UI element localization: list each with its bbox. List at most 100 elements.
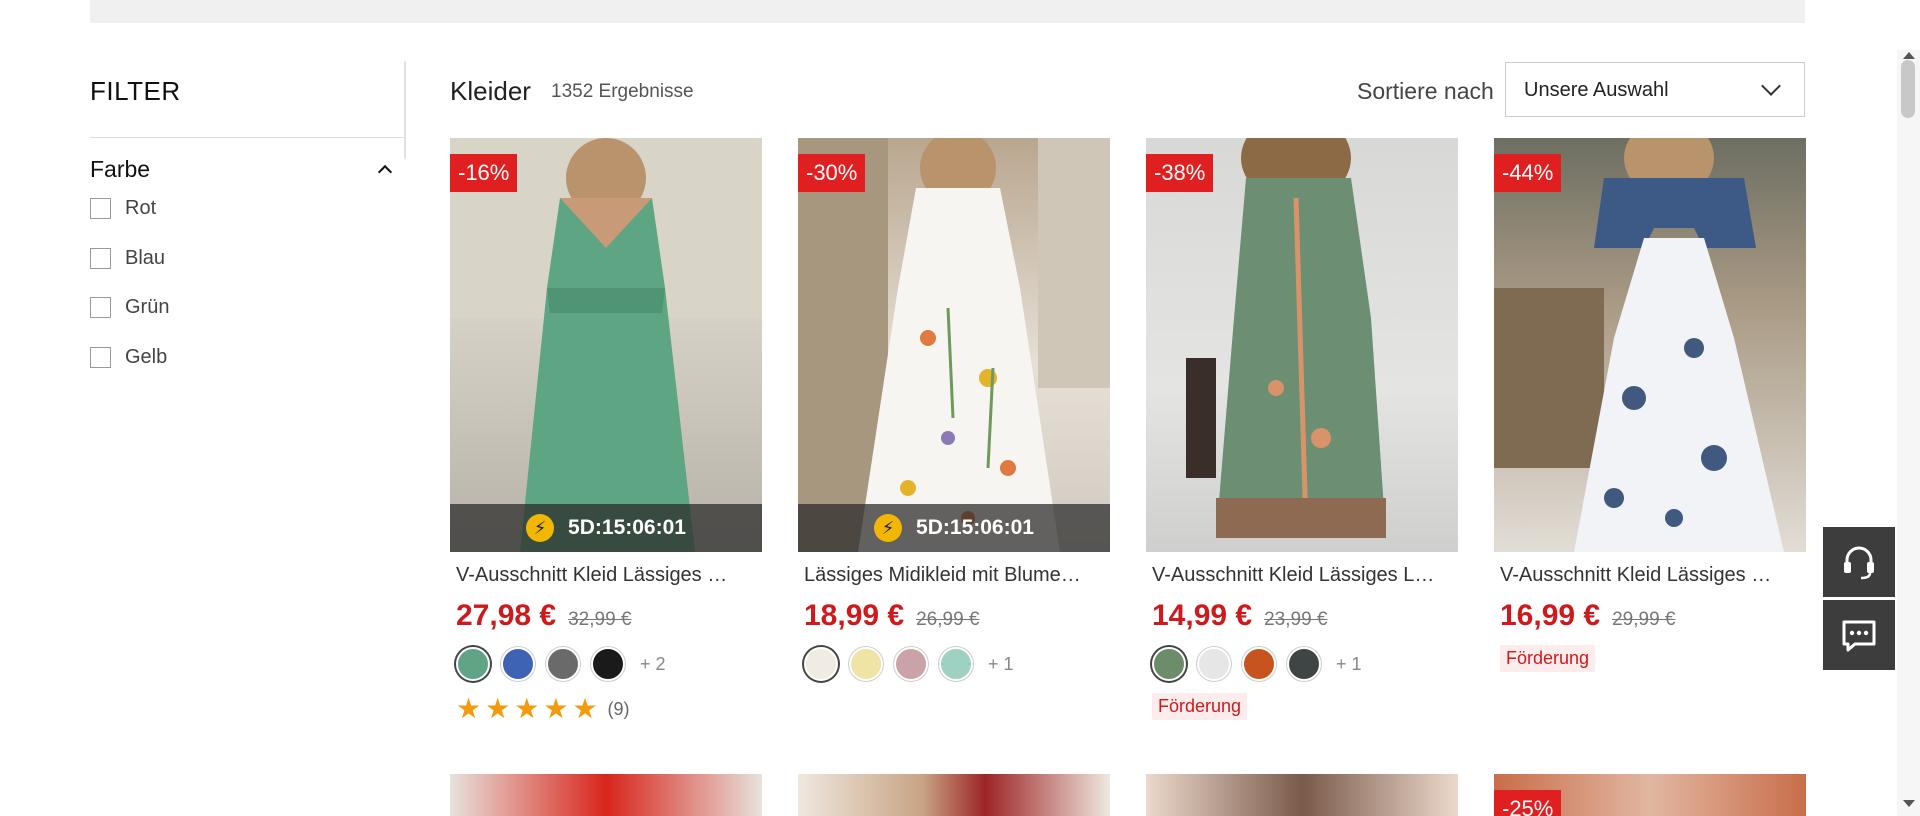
filter-option-label: Blau: [125, 246, 166, 269]
color-swatch[interactable]: [546, 647, 580, 681]
scrollbar-thumb[interactable]: [1901, 60, 1915, 118]
discount-badge: -44%: [1494, 154, 1562, 192]
page-scrollbar[interactable]: [1897, 50, 1920, 816]
product-name[interactable]: Lässiges Midikleid mit Blume…: [798, 552, 1110, 587]
color-swatch[interactable]: [501, 647, 535, 681]
chevron-up-icon[interactable]: [377, 164, 393, 180]
product-card[interactable]: -38% V-Ausschnitt Kleid Lässiges L… 14,9…: [1146, 138, 1458, 720]
sale-price: 16,99 €: [1500, 599, 1601, 632]
chat-button[interactable]: [1823, 600, 1895, 670]
star-icon: ★: [543, 693, 569, 724]
checkbox[interactable]: [90, 346, 111, 368]
original-price: 32,99 €: [568, 609, 632, 630]
result-count: 1352 Ergebnisse: [551, 81, 694, 102]
chevron-down-icon: [1761, 76, 1781, 96]
dress-illustration: [450, 138, 762, 552]
color-swatch[interactable]: [456, 647, 490, 681]
flash-sale-timer: ⚡ 5D:15:06:01: [798, 504, 1110, 552]
color-swatch[interactable]: [591, 647, 625, 681]
product-image[interactable]: -30% ⚡ 5D:15:06:01: [798, 138, 1110, 552]
product-name[interactable]: V-Ausschnitt Kleid Lässiges …: [1494, 552, 1806, 587]
filter-option-green[interactable]: Grün: [90, 283, 406, 333]
scroll-up-arrow-icon[interactable]: [1903, 52, 1915, 59]
price-row: 14,99 € 23,99 €: [1146, 587, 1458, 633]
color-swatches: + 1: [798, 633, 1110, 681]
color-swatch[interactable]: [1287, 647, 1321, 681]
dress-illustration: [1494, 138, 1784, 552]
scroll-down-arrow-icon[interactable]: [1903, 800, 1915, 807]
product-name[interactable]: V-Ausschnitt Kleid Lässiges …: [450, 552, 762, 587]
chat-icon: [1842, 620, 1876, 652]
dress-illustration: [1186, 138, 1386, 538]
flash-sale-timer: ⚡ 5D:15:06:01: [450, 504, 762, 552]
color-swatch[interactable]: [849, 647, 883, 681]
star-icon: ★: [572, 693, 598, 724]
promo-tag: Förderung: [1500, 645, 1596, 672]
filter-option-yellow[interactable]: Gelb: [90, 333, 406, 371]
filter-group-title: Farbe: [90, 155, 151, 182]
dress-illustration: [798, 138, 1110, 552]
product-name[interactable]: V-Ausschnitt Kleid Lässiges L…: [1146, 552, 1458, 587]
discount-badge: -30%: [798, 154, 866, 192]
sale-price: 27,98 €: [456, 599, 557, 632]
headset-icon: [1844, 546, 1874, 580]
original-price: 26,99 €: [916, 609, 980, 630]
sort-value: Unsere Auswahl: [1524, 79, 1669, 101]
product-image[interactable]: -16% ⚡ 5D:15:06:01: [450, 138, 762, 552]
color-swatch[interactable]: [1152, 647, 1186, 681]
filter-option-blue[interactable]: Blau: [90, 234, 406, 284]
original-price: 29,99 €: [1612, 609, 1676, 630]
filter-sidebar: FILTER Farbe Rot Blau Grün Gelb: [90, 60, 406, 370]
checkbox[interactable]: [90, 247, 111, 269]
discount-badge: -16%: [450, 154, 518, 192]
color-swatch[interactable]: [894, 647, 928, 681]
product-card-peek[interactable]: -25%: [1494, 774, 1806, 816]
price-row: 27,98 € 32,99 €: [450, 587, 762, 633]
lightning-icon: ⚡: [526, 514, 555, 542]
category-title: Kleider: [450, 76, 531, 106]
filter-title: FILTER: [90, 60, 406, 138]
color-swatch[interactable]: [1197, 647, 1231, 681]
rating-count: (9): [607, 698, 630, 719]
color-swatches: + 1: [1146, 633, 1458, 681]
star-icon: ★: [485, 693, 511, 724]
more-colors[interactable]: + 2: [640, 654, 666, 675]
discount-badge: -38%: [1146, 154, 1214, 192]
rating: ★ ★ ★ ★ ★ (9): [450, 681, 762, 723]
sort-dropdown[interactable]: Unsere Auswahl: [1505, 62, 1805, 117]
color-swatch[interactable]: [1242, 647, 1276, 681]
color-swatch[interactable]: [939, 647, 973, 681]
color-swatches: + 2: [450, 633, 762, 681]
color-swatch[interactable]: [804, 647, 838, 681]
product-image[interactable]: -44%: [1494, 138, 1806, 552]
product-card[interactable]: -30% ⚡ 5D:15:06:01 Lässiges Midikleid mi…: [798, 138, 1110, 681]
more-colors[interactable]: + 1: [988, 654, 1014, 675]
customer-support-button[interactable]: [1823, 527, 1895, 597]
product-card-peek[interactable]: [1146, 774, 1458, 816]
filter-option-red[interactable]: Rot: [90, 184, 406, 234]
lightning-icon: ⚡: [874, 514, 903, 542]
original-price: 23,99 €: [1264, 609, 1328, 630]
star-icon: ★: [456, 693, 482, 724]
product-card[interactable]: -16% ⚡ 5D:15:06:01 V-Ausschnitt Kleid Lä…: [450, 138, 762, 723]
sidebar-scrollbar[interactable]: [404, 60, 406, 160]
more-colors[interactable]: + 1: [1336, 654, 1362, 675]
promo-tag: Förderung: [1152, 693, 1248, 720]
filter-option-label: Gelb: [125, 345, 168, 368]
filter-group-color-header[interactable]: Farbe: [90, 154, 396, 184]
product-card[interactable]: -44% V-Ausschnitt Kleid Lässiges … 16,99…: [1494, 138, 1806, 672]
price-row: 18,99 € 26,99 €: [798, 587, 1110, 633]
timer-text: 5D:15:06:01: [916, 516, 1034, 539]
sort-label: Sortiere nach: [1357, 78, 1494, 104]
checkbox[interactable]: [90, 198, 111, 220]
product-image[interactable]: -38%: [1146, 138, 1458, 552]
product-card-peek[interactable]: [450, 774, 762, 816]
filter-option-label: Rot: [125, 197, 157, 220]
checkbox[interactable]: [90, 297, 111, 319]
timer-text: 5D:15:06:01: [568, 516, 686, 539]
filter-option-label: Grün: [125, 296, 170, 319]
discount-badge: -25%: [1494, 790, 1562, 816]
product-card-peek[interactable]: [798, 774, 1110, 816]
sale-price: 18,99 €: [804, 599, 905, 632]
top-banner: [90, 0, 1805, 23]
